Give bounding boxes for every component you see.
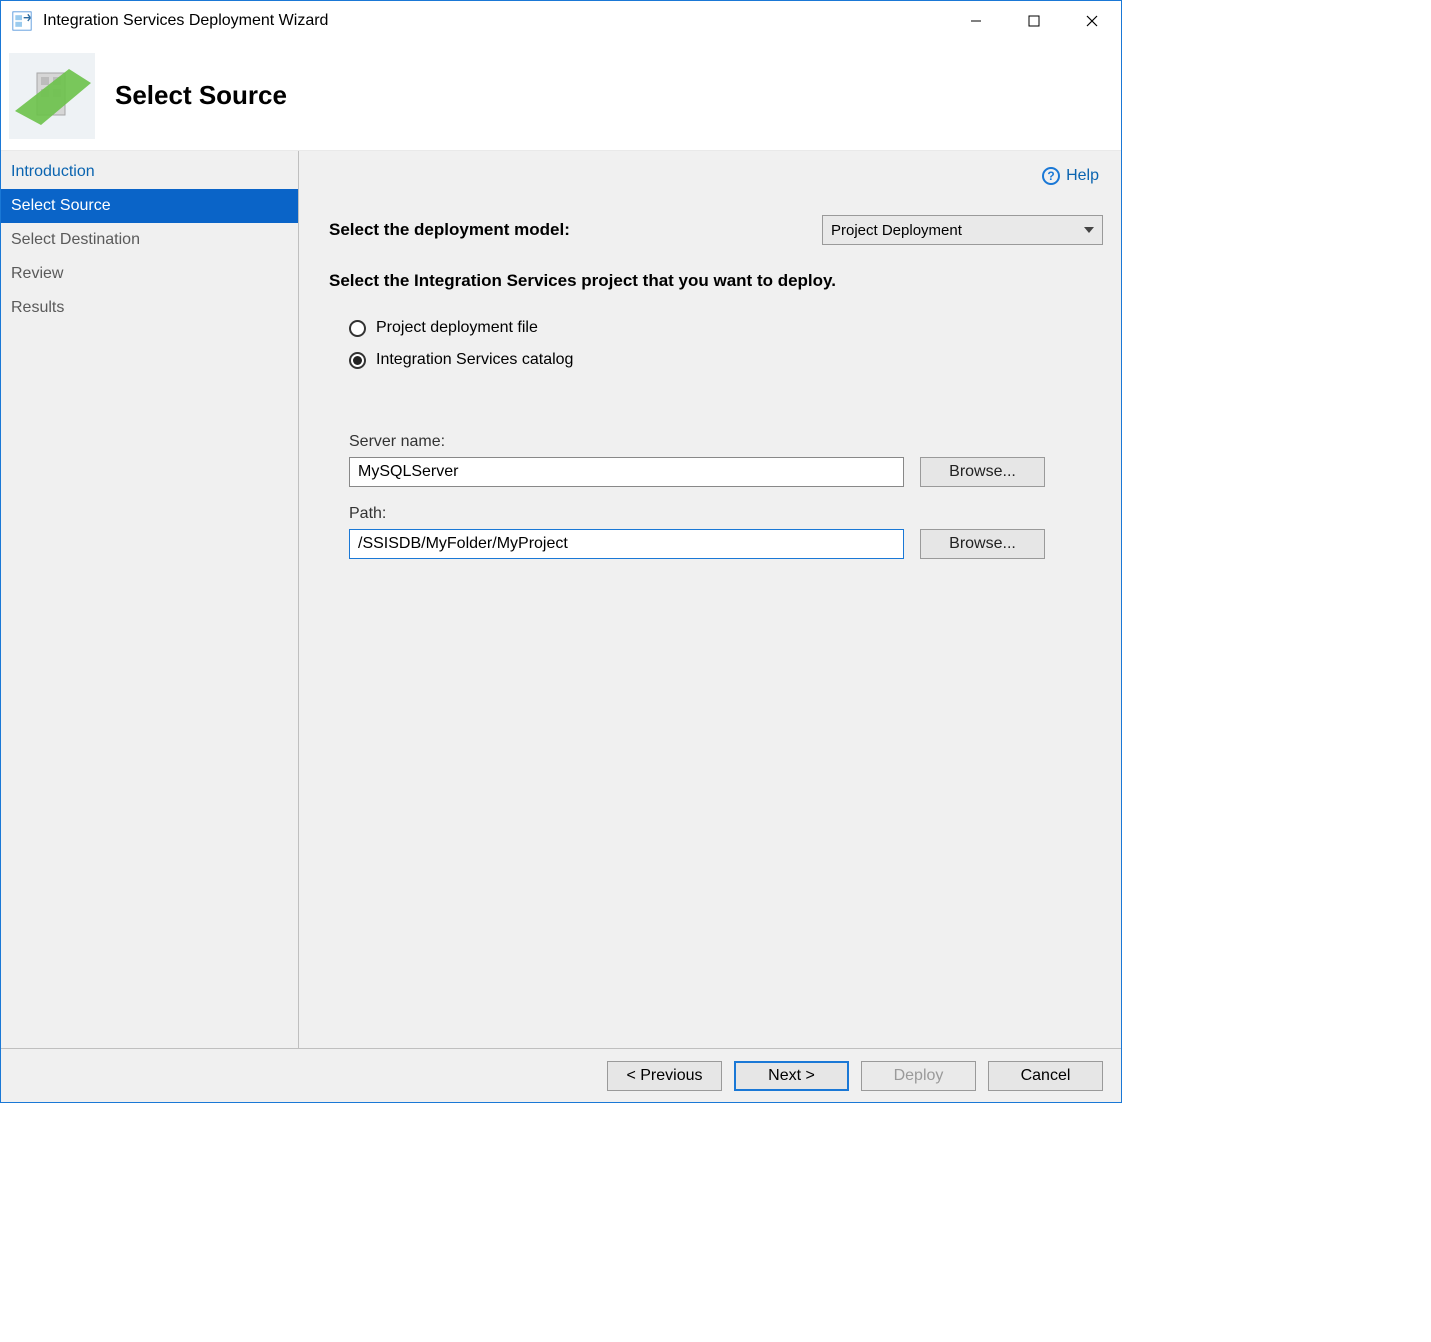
help-link[interactable]: ? Help [329,167,1103,185]
dropdown-value: Project Deployment [831,222,962,239]
chevron-down-icon [1084,227,1094,233]
radio-icon [349,320,366,337]
button-label: < Previous [626,1067,702,1085]
wizard-window: Integration Services Deployment Wizard [0,0,1122,1103]
deployment-model-dropdown[interactable]: Project Deployment [822,215,1103,245]
button-label: Deploy [894,1067,944,1085]
sidebar-item-introduction[interactable]: Introduction [1,155,298,189]
sidebar-item-label: Select Source [11,197,111,214]
sidebar-item-select-source[interactable]: Select Source [1,189,298,223]
sidebar-item-label: Select Destination [11,231,140,248]
titlebar: Integration Services Deployment Wizard [1,1,1121,41]
window-controls [947,1,1121,41]
button-label: Browse... [949,463,1016,481]
header-banner: Select Source [1,41,1121,151]
source-radio-group: Project deployment file Integration Serv… [349,319,1103,383]
sidebar-item-label: Introduction [11,163,95,180]
page-title: Select Source [115,80,287,111]
previous-button[interactable]: < Previous [607,1061,722,1091]
radio-icon [349,352,366,369]
cancel-button[interactable]: Cancel [988,1061,1103,1091]
next-button[interactable]: Next > [734,1061,849,1091]
browse-server-button[interactable]: Browse... [920,457,1045,487]
help-text: Help [1066,167,1099,185]
server-name-label: Server name: [349,433,1103,451]
sidebar-item-select-destination[interactable]: Select Destination [1,223,298,257]
radio-project-deployment-file[interactable]: Project deployment file [349,319,1103,337]
path-label: Path: [349,505,1103,523]
server-name-block: Server name: Browse... [349,433,1103,487]
button-label: Browse... [949,535,1016,553]
deploy-button: Deploy [861,1061,976,1091]
wizard-sidebar: Introduction Select Source Select Destin… [1,151,299,1048]
wizard-body: Introduction Select Source Select Destin… [1,151,1121,1048]
maximize-button[interactable] [1005,1,1063,41]
button-label: Next > [768,1067,815,1085]
banner-icon [9,53,95,139]
wizard-content: ? Help Select the deployment model: Proj… [299,151,1121,1048]
sidebar-item-label: Review [11,265,63,282]
section-head: Select the Integration Services project … [329,271,1103,291]
wizard-footer: < Previous Next > Deploy Cancel [1,1048,1121,1102]
server-name-input[interactable] [349,457,904,487]
sidebar-item-label: Results [11,299,64,316]
radio-label: Integration Services catalog [376,351,573,369]
sidebar-item-results[interactable]: Results [1,291,298,325]
help-icon: ? [1042,167,1060,185]
path-block: Path: Browse... [349,505,1103,559]
deployment-model-label: Select the deployment model: [329,220,806,240]
app-icon [11,10,33,32]
window-title: Integration Services Deployment Wizard [43,12,328,30]
deployment-model-row: Select the deployment model: Project Dep… [329,215,1103,245]
close-button[interactable] [1063,1,1121,41]
button-label: Cancel [1021,1067,1071,1085]
path-input[interactable] [349,529,904,559]
radio-label: Project deployment file [376,319,538,337]
sidebar-item-review[interactable]: Review [1,257,298,291]
minimize-button[interactable] [947,1,1005,41]
radio-integration-services-catalog[interactable]: Integration Services catalog [349,351,1103,369]
browse-path-button[interactable]: Browse... [920,529,1045,559]
